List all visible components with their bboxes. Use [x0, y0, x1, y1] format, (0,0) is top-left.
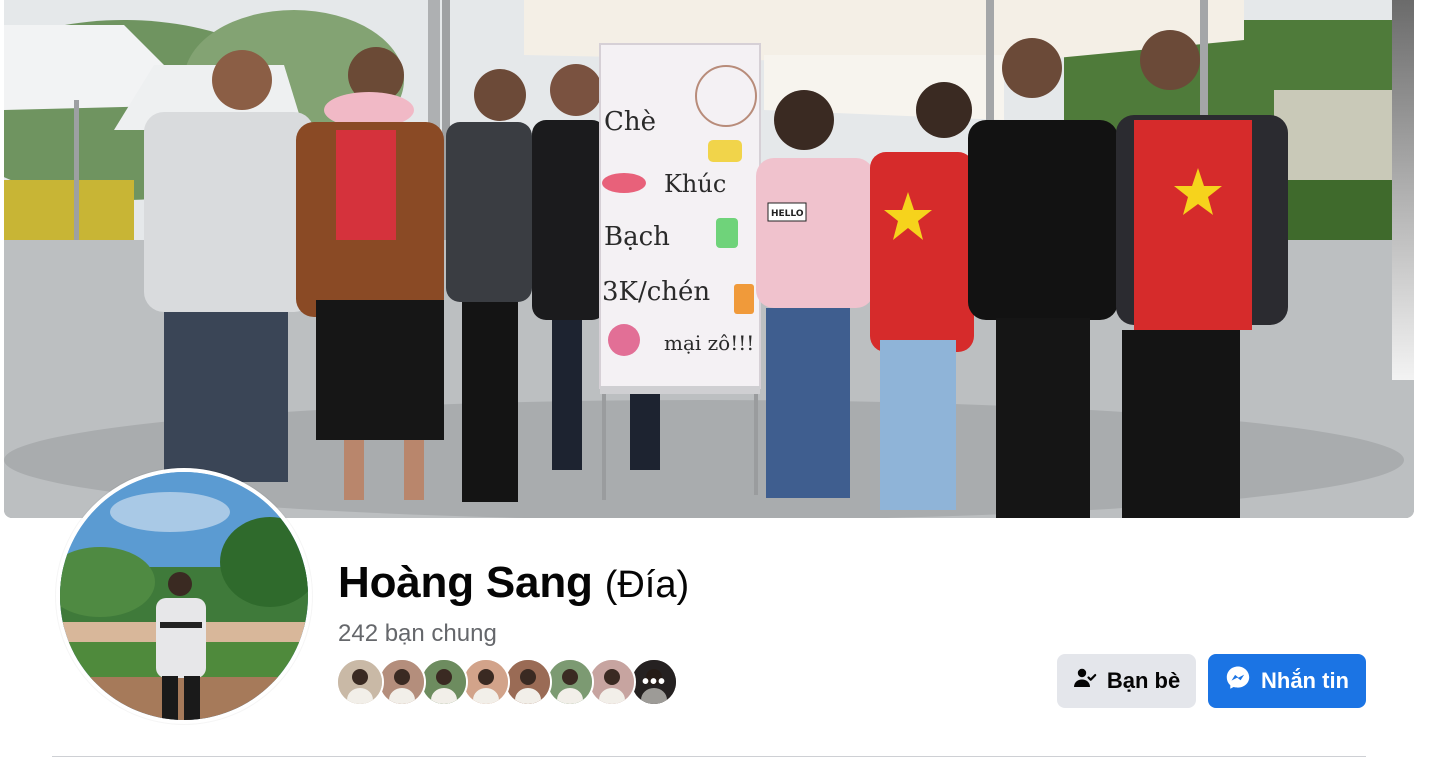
mutual-friend-avatar[interactable]: [588, 658, 636, 706]
mutual-friends-count[interactable]: 242 bạn chung: [338, 620, 497, 648]
mutual-friend-avatar[interactable]: [546, 658, 594, 706]
profile-avatar[interactable]: [56, 468, 312, 724]
mutual-friend-avatar[interactable]: [378, 658, 426, 706]
mutual-friends-avatars: •••: [336, 658, 678, 708]
more-friends-icon: •••: [632, 660, 676, 704]
hello-tag: HELLO: [771, 209, 804, 219]
friend-check-icon: [1073, 666, 1097, 696]
friends-button-label: Bạn bè: [1106, 668, 1181, 693]
sign-line-1: Chè: [604, 107, 656, 137]
profile-name-row: Hoàng Sang (Đía): [338, 558, 689, 608]
mutual-friend-avatar[interactable]: [462, 658, 510, 706]
profile-actions: Bạn bè Nhắn tin: [1057, 654, 1366, 708]
mutual-friend-avatar[interactable]: [420, 658, 468, 706]
profile-photo: [60, 472, 308, 720]
profile-header: Chè Khúc Bạch 3K/chén mại zô!!! HELLO Ho…: [0, 0, 1436, 760]
cover-photo[interactable]: Chè Khúc Bạch 3K/chén mại zô!!! HELLO: [4, 0, 1414, 518]
sign-line-2: Khúc: [664, 170, 726, 198]
sign-line-5: mại zô!!!: [664, 331, 754, 355]
mutual-friend-avatar[interactable]: •••: [630, 658, 678, 706]
cover-edge-shadow: [1392, 0, 1414, 380]
alternate-name: (Đía): [604, 564, 690, 606]
header-divider: [52, 756, 1366, 757]
mutual-friend-avatar[interactable]: [336, 658, 384, 706]
mutual-friend-avatar[interactable]: [504, 658, 552, 706]
message-button-label: Nhắn tin: [1261, 668, 1349, 693]
friends-button[interactable]: Bạn bè: [1057, 654, 1196, 708]
sign-line-3: Bạch: [604, 222, 670, 252]
messenger-icon: [1225, 665, 1251, 697]
message-button[interactable]: Nhắn tin: [1208, 654, 1366, 708]
profile-name[interactable]: Hoàng Sang: [338, 558, 593, 608]
sign-line-4: 3K/chén: [602, 277, 710, 307]
